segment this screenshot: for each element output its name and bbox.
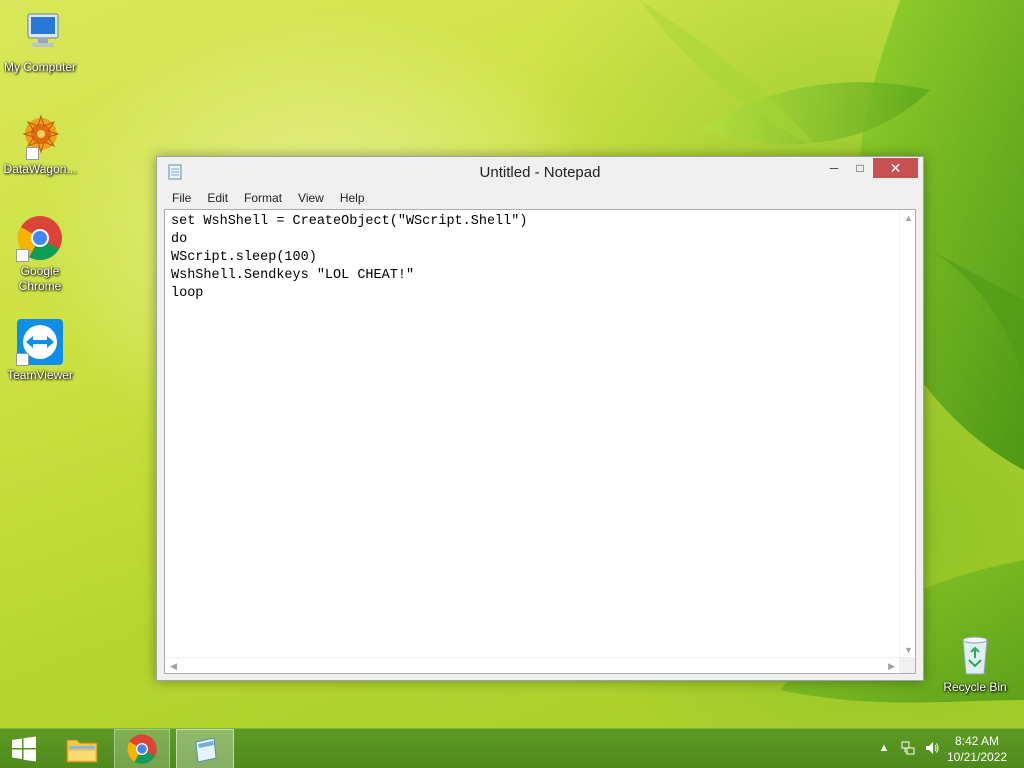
notepad-window[interactable]: Untitled - Notepad ─ □ ✕ File Edit Forma… (156, 156, 924, 681)
windows-logo-icon (12, 736, 36, 762)
my-computer-icon[interactable]: My Computer (0, 10, 80, 75)
menu-bar: File Edit Format View Help (157, 187, 923, 209)
scroll-down-icon[interactable]: ▼ (904, 645, 913, 655)
minimize-button[interactable]: ─ (821, 158, 847, 178)
text-editor[interactable]: set WshShell = CreateObject("WScript.She… (165, 210, 900, 658)
clock-date: 10/21/2022 (946, 750, 1008, 764)
desktop-icon-label: TeamViewer (7, 368, 73, 382)
datawagon-icon (16, 112, 64, 160)
volume-icon[interactable] (924, 740, 940, 756)
resize-grip[interactable] (899, 657, 915, 673)
scroll-right-icon[interactable]: ▶ (888, 661, 895, 672)
window-title: Untitled - Notepad (479, 164, 601, 181)
desktop-icon-label: DataWagon... (3, 162, 77, 176)
clock-time: 8:42 AM (954, 734, 1000, 748)
editor-frame: set WshShell = CreateObject("WScript.She… (164, 209, 916, 674)
menu-edit[interactable]: Edit (199, 189, 236, 207)
menu-file[interactable]: File (163, 189, 199, 207)
network-icon[interactable] (900, 740, 916, 756)
datawagon-shortcut[interactable]: DataWagon... (0, 112, 80, 177)
shortcut-arrow-icon (16, 249, 29, 262)
menu-help[interactable]: Help (332, 189, 373, 207)
taskbar-chrome[interactable] (114, 729, 170, 768)
menu-view[interactable]: View (290, 189, 332, 207)
start-button[interactable] (0, 729, 48, 768)
horizontal-scrollbar[interactable]: ◀ ▶ (165, 657, 900, 673)
shortcut-arrow-icon (16, 353, 29, 366)
taskbar-notepad[interactable] (176, 729, 234, 768)
maximize-button[interactable]: □ (847, 158, 873, 178)
folder-icon (66, 739, 98, 763)
recycle-bin-icon[interactable]: Recycle Bin (935, 630, 1015, 695)
teamviewer-icon (16, 318, 64, 366)
vertical-scrollbar[interactable]: ▲ ▼ (899, 210, 915, 658)
chrome-icon (127, 734, 157, 764)
teamviewer-shortcut[interactable]: TeamViewer (0, 318, 80, 383)
shortcut-arrow-icon (26, 147, 39, 160)
google-chrome-shortcut[interactable]: Google Chrome (0, 214, 80, 294)
computer-icon (16, 10, 64, 58)
menu-format[interactable]: Format (236, 189, 290, 207)
title-bar[interactable]: Untitled - Notepad ─ □ ✕ (157, 157, 923, 187)
trash-icon (951, 630, 999, 678)
scroll-left-icon[interactable]: ◀ (170, 661, 177, 672)
desktop-icon-label: My Computer (3, 60, 77, 74)
close-button[interactable]: ✕ (873, 158, 918, 178)
scroll-up-icon[interactable]: ▲ (904, 213, 913, 223)
notepad-icon (195, 737, 217, 763)
desktop-icon-label: Google Chrome (18, 264, 62, 293)
system-tray: ▲ 8:42 AM 10/21/2022 (864, 729, 1024, 768)
chrome-icon (16, 214, 64, 262)
taskbar-file-explorer[interactable] (56, 729, 108, 768)
clock[interactable]: 8:42 AM 10/21/2022 (942, 733, 1012, 765)
desktop-icon-label: Recycle Bin (943, 680, 1007, 694)
taskbar: ▲ 8:42 AM 10/21/2022 (0, 728, 1024, 768)
show-hidden-icons-icon[interactable]: ▲ (876, 740, 892, 756)
